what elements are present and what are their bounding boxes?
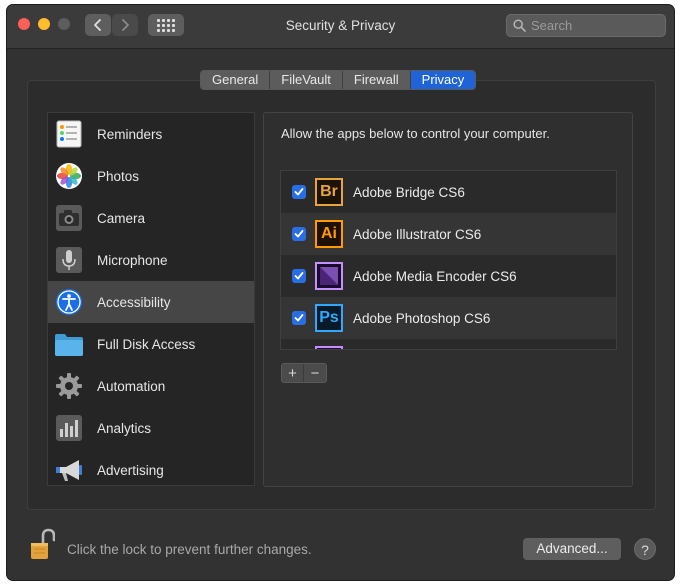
pane-description: Allow the apps below to control your com… xyxy=(281,126,550,141)
sidebar-item-label: Microphone xyxy=(97,252,168,268)
tab-general[interactable]: General xyxy=(201,71,271,89)
sidebar-item-label: Full Disk Access xyxy=(97,336,196,352)
app-icon-partial xyxy=(315,346,343,349)
list-item[interactable] xyxy=(281,339,616,349)
search-input[interactable] xyxy=(531,18,661,33)
tab-filevault[interactable]: FileVault xyxy=(270,71,343,89)
sidebar-item-label: Camera xyxy=(97,210,146,226)
sidebar-item-camera[interactable]: Camera xyxy=(48,197,254,239)
checkmark-icon xyxy=(294,188,304,196)
microphone-icon xyxy=(54,245,84,275)
security-privacy-window: Security & Privacy General FileVault Fir… xyxy=(6,4,675,581)
app-name: Adobe Bridge CS6 xyxy=(353,184,465,200)
app-checkbox[interactable] xyxy=(292,311,306,325)
lock-status-text: Click the lock to prevent further change… xyxy=(67,542,312,557)
sidebar-item-label: Photos xyxy=(97,168,140,184)
add-app-button[interactable]: + xyxy=(282,364,304,382)
sidebar-item-full-disk-access[interactable]: Full Disk Access xyxy=(48,323,254,365)
checkmark-icon xyxy=(294,272,304,280)
checkmark-icon xyxy=(294,314,304,322)
sidebar-item-analytics[interactable]: Analytics xyxy=(48,407,254,449)
lock-icon[interactable] xyxy=(29,528,56,565)
list-item[interactable]: Ps Adobe Photoshop CS6 xyxy=(281,297,616,339)
app-checkbox[interactable] xyxy=(292,185,306,199)
help-button[interactable]: ? xyxy=(634,538,656,560)
app-name: Adobe Photoshop CS6 xyxy=(353,310,491,326)
list-item[interactable]: Br Adobe Bridge CS6 xyxy=(281,171,616,213)
app-checkbox[interactable] xyxy=(292,269,306,283)
sidebar-item-label: Reminders xyxy=(97,126,163,142)
accessibility-pane: Allow the apps below to control your com… xyxy=(263,112,633,487)
photos-icon xyxy=(54,161,84,191)
remove-app-button[interactable]: − xyxy=(304,364,326,382)
checkmark-icon xyxy=(294,230,304,238)
title-bar: Security & Privacy xyxy=(7,5,674,49)
search-field[interactable] xyxy=(506,14,666,37)
gear-icon xyxy=(54,371,84,401)
app-checkbox[interactable] xyxy=(292,227,306,241)
add-remove-control: + − xyxy=(281,363,327,383)
sidebar-item-photos[interactable]: Photos xyxy=(48,155,254,197)
adobe-photoshop-icon: Ps xyxy=(315,304,343,332)
sidebar-item-accessibility[interactable]: Accessibility xyxy=(48,281,254,323)
tab-firewall[interactable]: Firewall xyxy=(342,71,411,89)
adobe-bridge-icon: Br xyxy=(315,178,343,206)
sidebar-item-label: Advertising xyxy=(97,462,164,478)
advanced-button[interactable]: Advanced... xyxy=(523,538,621,560)
search-icon xyxy=(513,19,526,32)
sidebar-item-label: Accessibility xyxy=(97,294,171,310)
app-name: Adobe Media Encoder CS6 xyxy=(353,268,517,284)
sidebar-item-label: Automation xyxy=(97,378,166,394)
folder-icon xyxy=(54,329,84,359)
adobe-illustrator-icon: Ai xyxy=(315,220,343,248)
reminders-icon xyxy=(54,119,84,149)
allowed-apps-list[interactable]: Br Adobe Bridge CS6 Ai Adobe Illustrator… xyxy=(280,170,617,350)
tab-bar: General FileVault Firewall Privacy xyxy=(200,70,477,90)
megaphone-icon xyxy=(54,455,84,485)
sidebar-item-microphone[interactable]: Microphone xyxy=(48,239,254,281)
sidebar-item-automation[interactable]: Automation xyxy=(48,365,254,407)
list-item[interactable]: Adobe Media Encoder CS6 xyxy=(281,255,616,297)
app-name: Adobe Illustrator CS6 xyxy=(353,226,482,242)
list-item[interactable]: Ai Adobe Illustrator CS6 xyxy=(281,213,616,255)
tab-privacy[interactable]: Privacy xyxy=(410,71,476,89)
analytics-icon xyxy=(54,413,84,443)
sidebar-item-advertising[interactable]: Advertising xyxy=(48,449,254,491)
privacy-category-list: Reminders Photos Camera Microphone Acces… xyxy=(47,112,255,486)
accessibility-icon xyxy=(54,287,84,317)
sidebar-item-reminders[interactable]: Reminders xyxy=(48,113,254,155)
camera-icon xyxy=(54,203,84,233)
sidebar-item-label: Analytics xyxy=(97,420,152,436)
adobe-media-encoder-icon xyxy=(315,262,343,290)
